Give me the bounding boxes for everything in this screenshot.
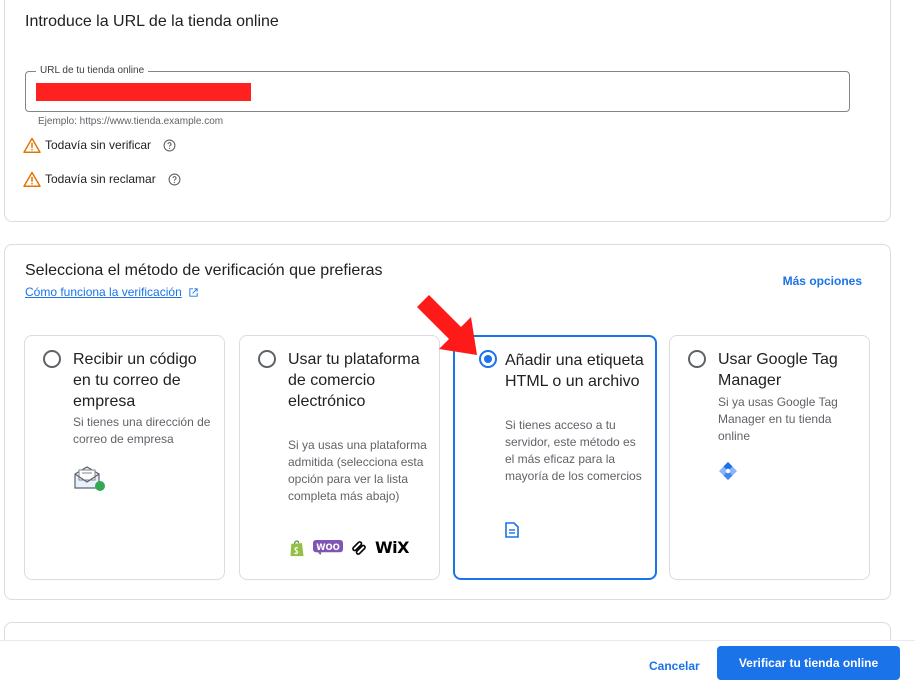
action-bar: Cancelar Verificar tu tienda online bbox=[0, 640, 915, 691]
status-unverified-text: Todavía sin verificar bbox=[45, 138, 152, 152]
option-html-tag[interactable]: Añadir una etiqueta HTML o un archivo Si… bbox=[453, 335, 657, 580]
cancel-button[interactable]: Cancelar bbox=[643, 649, 706, 683]
warning-icon bbox=[23, 171, 41, 187]
option-description: Si tienes una dirección de correo de emp… bbox=[73, 415, 211, 446]
help-icon[interactable] bbox=[163, 139, 176, 152]
status-unclaimed-text: Todavía sin reclamar bbox=[45, 172, 156, 186]
radio-email-code[interactable] bbox=[43, 350, 61, 368]
status-unclaimed: Todavía sin reclamar bbox=[23, 171, 181, 187]
option-email-code[interactable]: Recibir un código en tu correo de empres… bbox=[24, 335, 225, 580]
option-google-tag-manager[interactable]: Usar Google Tag Manager Si ya usas Googl… bbox=[669, 335, 870, 580]
option-description: Si tienes acceso a tu servidor, este mét… bbox=[505, 418, 642, 483]
option-ecommerce-platform[interactable]: Usar tu plataforma de comercio electróni… bbox=[239, 335, 440, 580]
more-options-link[interactable]: Más opciones bbox=[783, 274, 862, 288]
store-url-label: URL de tu tienda online bbox=[36, 65, 149, 76]
status-unverified: Todavía sin verificar bbox=[23, 137, 176, 153]
external-link-icon bbox=[189, 287, 198, 297]
option-title: Recibir un código en tu correo de empres… bbox=[73, 351, 197, 410]
shopify-icon bbox=[290, 539, 304, 556]
squarespace-icon bbox=[352, 540, 366, 555]
help-icon[interactable] bbox=[168, 173, 181, 186]
verification-method-title: Selecciona el método de verificación que… bbox=[25, 262, 383, 279]
store-url-helper: Ejemplo: https://www.tienda.example.com bbox=[38, 116, 224, 127]
red-pointer-arrow-icon bbox=[417, 295, 477, 355]
store-url-title: Introduce la URL de la tienda online bbox=[25, 13, 279, 30]
woocommerce-icon: WOO bbox=[313, 540, 343, 555]
how-verification-works-text: Cómo funciona la verificación bbox=[25, 285, 182, 299]
warning-icon bbox=[23, 137, 41, 153]
radio-ecommerce-platform[interactable] bbox=[258, 350, 276, 368]
email-envelope-icon bbox=[74, 466, 105, 491]
option-title: Usar tu plataforma de comercio electróni… bbox=[288, 351, 420, 410]
platform-logos: WOO WiX bbox=[288, 538, 409, 557]
option-description: Si ya usas una plataforma admitida (sele… bbox=[288, 438, 427, 503]
document-icon bbox=[505, 522, 519, 538]
svg-text:WOO: WOO bbox=[316, 542, 340, 552]
google-tag-manager-icon bbox=[719, 462, 737, 480]
radio-google-tag-manager[interactable] bbox=[688, 350, 706, 368]
option-title: Añadir una etiqueta HTML o un archivo bbox=[505, 352, 644, 390]
option-description: Si ya usas Google Tag Manager en tu tien… bbox=[718, 395, 838, 443]
verify-store-button[interactable]: Verificar tu tienda online bbox=[717, 646, 900, 680]
wix-logo: WiX bbox=[375, 538, 409, 557]
option-title: Usar Google Tag Manager bbox=[718, 351, 838, 389]
how-verification-works-link[interactable]: Cómo funciona la verificación bbox=[25, 285, 199, 299]
store-url-input[interactable]: URL de tu tienda online bbox=[25, 65, 850, 112]
store-url-card: Introduce la URL de la tienda online URL… bbox=[4, 0, 891, 222]
redacted-url-value bbox=[36, 83, 251, 101]
